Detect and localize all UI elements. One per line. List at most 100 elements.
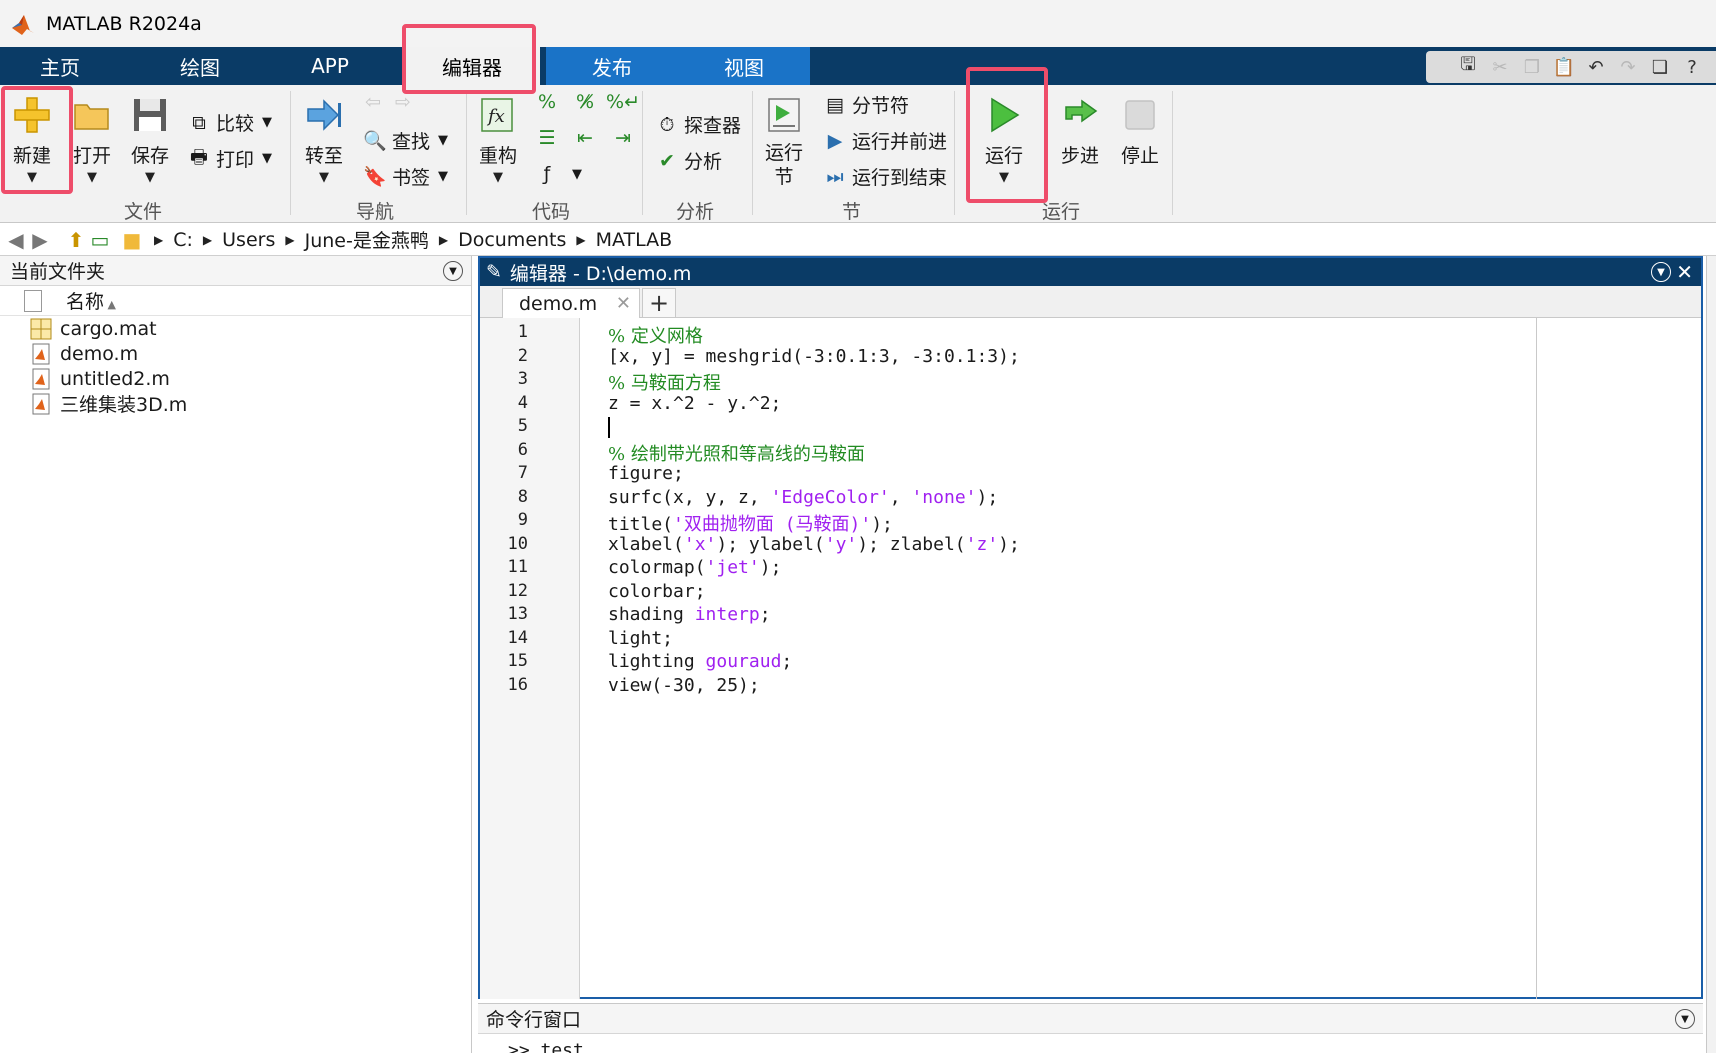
code-line[interactable]: 3 % 马鞍面方程: [518, 369, 1530, 394]
bookmark-label: 书签: [392, 167, 431, 189]
insert-function-button[interactable]: ƒ ▼: [534, 161, 582, 187]
breadcrumb: ▶ C: ▶ Users ▶ June-是金燕鸭 ▶ Documents ▶ M…: [144, 226, 672, 253]
run-section-button[interactable]: 运行节: [764, 95, 804, 189]
code-line[interactable]: 5: [518, 416, 1530, 441]
print-button[interactable]: 🖶 打印 ▼: [186, 145, 272, 172]
list-item[interactable]: untitled2.m: [0, 366, 471, 391]
profiler-button[interactable]: ⏱ 探查器: [654, 111, 741, 138]
browse-folder-icon[interactable]: ▭: [88, 228, 112, 252]
compare-button[interactable]: ⧉ 比较 ▼: [186, 109, 272, 136]
help-icon[interactable]: ?: [1680, 56, 1704, 78]
analyze-check-icon: ✔: [659, 149, 675, 172]
right-side-panel-edge: [1706, 256, 1716, 1053]
comment-tools: % %̸ %↵: [534, 89, 640, 115]
code-line[interactable]: 2 [x, y] = meshgrid(-3:0.1:3, -3:0.1:3);: [518, 346, 1530, 371]
code-line[interactable]: 7 figure;: [518, 463, 1530, 488]
tab-apps[interactable]: APP: [270, 47, 390, 85]
chevron-down-icon: ▼: [319, 170, 329, 185]
code-line[interactable]: 1 % 定义网格: [518, 322, 1530, 347]
command-prompt[interactable]: >> test: [508, 1040, 584, 1053]
breadcrumb-segment[interactable]: Users: [222, 229, 275, 251]
title-bar: MATLAB R2024a: [0, 0, 1716, 47]
stop-square-icon: [1125, 100, 1155, 130]
cut-icon[interactable]: ✂: [1488, 56, 1512, 78]
run-and-advance-button[interactable]: ▶ 运行并前进: [822, 127, 947, 154]
edit-pencil-icon: ✎: [486, 261, 502, 283]
code-line[interactable]: 4 z = x.^2 - y.^2;: [518, 393, 1530, 418]
tab-plots[interactable]: 绘图: [140, 47, 260, 85]
panel-actions-icon[interactable]: ▼: [443, 261, 463, 281]
bookmark-button[interactable]: 🔖 书签 ▼: [362, 163, 448, 190]
switch-windows-icon[interactable]: ❏: [1648, 56, 1672, 78]
breadcrumb-segment[interactable]: June-是金燕鸭: [305, 226, 429, 253]
analyze-button[interactable]: ✔ 分析: [654, 147, 722, 174]
back-arrow-icon[interactable]: ◀: [4, 228, 28, 252]
run-section-icon: [768, 98, 800, 132]
section-break-button[interactable]: ▤ 分节符: [822, 91, 909, 118]
line-number: 14: [507, 627, 528, 648]
list-item[interactable]: cargo.mat: [0, 316, 471, 341]
list-item[interactable]: demo.m: [0, 341, 471, 366]
code-line[interactable]: 12 colorbar;: [508, 581, 1530, 606]
goto-button[interactable]: 转至 ▼: [304, 95, 344, 185]
close-icon[interactable]: ✕: [1676, 260, 1693, 284]
step-button[interactable]: 步进: [1060, 95, 1100, 168]
tab-view[interactable]: 视图: [678, 47, 810, 85]
save-icon[interactable]: 🖫: [1456, 54, 1480, 78]
wrap-comments-icon[interactable]: %↵: [606, 89, 640, 115]
up-folder-icon[interactable]: ⬆: [64, 228, 88, 252]
run-to-end-button[interactable]: ⏭ 运行到结束: [822, 163, 947, 190]
line-number: 15: [507, 651, 528, 671]
uncomment-icon[interactable]: %̸: [572, 89, 598, 115]
command-window-title: 命令行窗口: [486, 1009, 582, 1031]
panel-actions-icon[interactable]: ▼: [1675, 1009, 1695, 1029]
code-line[interactable]: 8 surfc(x, y, z, 'EdgeColor', 'none');: [518, 487, 1530, 512]
copy-icon[interactable]: ❐: [1520, 56, 1544, 78]
code-text: xlabel('x'); ylabel('y'); zlabel('z');: [608, 533, 1020, 555]
back-arrow-icon[interactable]: ⇦: [360, 89, 386, 115]
code-line[interactable]: 6 % 绘制带光照和等高线的马鞍面: [518, 440, 1530, 465]
close-tab-icon[interactable]: ✕: [616, 293, 631, 314]
list-item[interactable]: 三维集装3D.m: [0, 391, 471, 416]
current-folder-header: 当前文件夹 ▼: [0, 256, 471, 286]
forward-arrow-icon[interactable]: ▶: [28, 228, 52, 252]
code-line[interactable]: 15 lighting gouraud;: [508, 651, 1530, 676]
matlab-logo-icon: [12, 14, 34, 35]
breadcrumb-segment[interactable]: Documents: [458, 229, 566, 251]
group-label-file: 文件: [124, 201, 163, 223]
line-number: 6: [517, 439, 528, 460]
breadcrumb-segment[interactable]: MATLAB: [596, 229, 673, 251]
breadcrumb-segment[interactable]: C:: [173, 229, 193, 251]
open-button[interactable]: 打开 ▼: [72, 95, 112, 185]
code-line[interactable]: 10 xlabel('x'); ylabel('y'); zlabel('z');: [508, 533, 1530, 559]
panel-actions-icon[interactable]: ▼: [1651, 262, 1671, 282]
tab-publish[interactable]: 发布: [546, 47, 678, 85]
tab-demo-m[interactable]: demo.m ✕: [502, 288, 640, 318]
column-header[interactable]: 名称 ▲: [0, 286, 471, 316]
line-number: 7: [517, 463, 528, 483]
code-line[interactable]: 14 light;: [508, 627, 1530, 653]
code-text: light;: [608, 627, 674, 649]
new-tab-button[interactable]: +: [642, 288, 676, 318]
comment-percent-icon[interactable]: %: [534, 89, 560, 115]
code-line[interactable]: 9 title('双曲抛物面 (马鞍面)');: [518, 510, 1530, 535]
paste-icon[interactable]: 📋: [1552, 56, 1576, 78]
line-number: 16: [507, 674, 528, 695]
code-line[interactable]: 11 colormap('jet');: [508, 557, 1530, 582]
stop-button[interactable]: 停止: [1120, 95, 1160, 168]
save-button[interactable]: 保存 ▼: [130, 95, 170, 185]
undo-icon[interactable]: ↶: [1584, 56, 1608, 78]
code-text: lighting gouraud;: [608, 651, 793, 672]
smart-indent-icon[interactable]: ☰: [534, 125, 560, 151]
increase-indent-icon[interactable]: ⇥: [610, 125, 636, 151]
code-area[interactable]: ▲ ▼ ✓ 1% 定义网格2[x, y] = meshgrid(-3:0.1:3…: [508, 318, 1680, 999]
line-number: 11: [507, 557, 528, 577]
editor-panel: ✎ 编辑器 - D:\demo.m ▼ ✕ demo.m ✕ + ▲ ▼ ✓ 1…: [478, 256, 1703, 999]
tab-home[interactable]: 主页: [0, 47, 120, 85]
find-button[interactable]: 🔍 查找 ▼: [362, 127, 448, 154]
code-line[interactable]: 13 shading interp;: [508, 604, 1530, 629]
decrease-indent-icon[interactable]: ⇤: [572, 125, 598, 151]
refactor-button[interactable]: fx 重构 ▼: [478, 95, 518, 185]
code-line[interactable]: 16 view(-30, 25);: [508, 675, 1530, 700]
redo-icon[interactable]: ↷: [1616, 56, 1640, 78]
